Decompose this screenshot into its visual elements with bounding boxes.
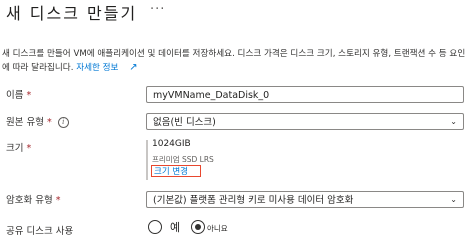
- source-type-dropdown[interactable]: 없음(빈 디스크) ⌄: [146, 113, 464, 130]
- disk-sku: 프리미엄 SSD LRS: [152, 155, 214, 164]
- info-icon[interactable]: i: [57, 117, 69, 128]
- size-label: 크기 *: [6, 143, 32, 154]
- shared-no-radio[interactable]: [191, 220, 205, 234]
- encryption-label: 암호화 유형 *: [6, 195, 61, 206]
- more-options-button[interactable]: ...: [150, 0, 165, 13]
- required-mark: *: [26, 143, 32, 154]
- shared-yes-label: 예: [170, 221, 181, 234]
- chevron-down-icon: ⌄: [450, 195, 457, 204]
- chevron-down-icon: ⌄: [450, 117, 457, 126]
- encryption-dropdown[interactable]: (기본값) 플랫폼 관리형 키로 미사용 데이터 암호화 ⌄: [146, 191, 464, 208]
- description: 새 디스크를 만들어 VM에 애플리케이션 및 데이터를 저장하세요. 디스크 …: [2, 48, 467, 75]
- learn-more-link[interactable]: 자세한 정보: [76, 63, 118, 73]
- source-type-value: 없음(빈 디스크): [153, 117, 216, 128]
- name-label: 이름 *: [6, 90, 32, 101]
- external-link-icon[interactable]: ↗: [129, 62, 137, 73]
- required-mark: *: [55, 195, 61, 206]
- shared-disk-label: 공유 디스크 사용: [6, 226, 74, 237]
- source-type-label: 원본 유형 * i: [6, 114, 69, 128]
- shared-no-label: 아니요: [207, 224, 228, 233]
- required-mark: *: [46, 117, 52, 128]
- size-divider: [146, 140, 149, 180]
- page-title: 새 디스크 만들기: [6, 4, 138, 23]
- required-mark: *: [26, 90, 32, 101]
- name-input[interactable]: myVMName_DataDisk_0: [146, 86, 464, 103]
- disk-size-value: 1024GIB: [152, 139, 191, 149]
- shared-yes-radio[interactable]: [148, 220, 162, 234]
- description-text: 새 디스크를 만들어 VM에 애플리케이션 및 데이터를 저장하세요. 디스크 …: [2, 49, 466, 73]
- change-size-link[interactable]: 크기 변경: [151, 165, 201, 177]
- encryption-value: (기본값) 플랫폼 관리형 키로 미사용 데이터 암호화: [153, 195, 354, 206]
